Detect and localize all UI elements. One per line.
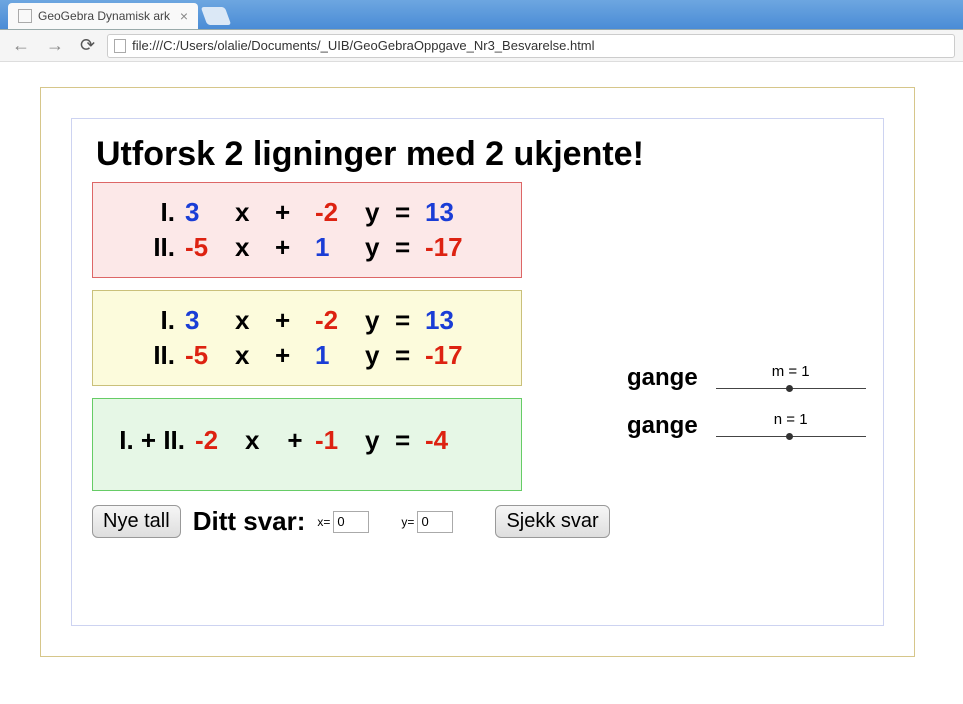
file-icon — [114, 39, 126, 53]
coef: -5 — [185, 340, 235, 371]
var-x: x — [235, 232, 275, 263]
eq-label: II. — [105, 340, 185, 371]
slider-handle[interactable] — [786, 385, 793, 392]
slider-m-value: m = 1 — [716, 363, 866, 380]
page-icon — [18, 9, 32, 23]
tab-title: GeoGebra Dynamisk ark — [38, 9, 170, 23]
coef-a21: -5 — [185, 232, 235, 263]
coef-sum1: -2 — [195, 425, 245, 456]
var-y: y — [365, 425, 395, 456]
forward-icon[interactable]: → — [42, 33, 68, 58]
answer-y-group: y= — [401, 511, 453, 533]
plus-sign: + — [275, 305, 315, 336]
rhs: 13 — [425, 305, 495, 336]
coef: -2 — [315, 305, 365, 336]
browser-toolbar: ← → ⟳ file:///C:/Users/olalie/Documents/… — [0, 30, 963, 62]
scaled-equations-box: I. 3 x + -2 y = 13 II. -5 x + 1 y = — [92, 290, 522, 386]
slider-track[interactable] — [716, 430, 866, 442]
rhs-b1: 13 — [425, 197, 495, 228]
slider-n[interactable]: n = 1 — [716, 411, 866, 442]
eq-label: I. — [105, 305, 185, 336]
sum-equation-box: I. + II. -2 x + -1 y = -4 — [92, 398, 522, 491]
reload-icon[interactable]: ⟳ — [76, 33, 99, 58]
answer-x-input[interactable] — [333, 511, 369, 533]
multiplier-panel: gange m = 1 gange n = 1 — [627, 354, 866, 450]
answer-y-label: y= — [401, 515, 414, 529]
coef-a22: 1 — [315, 232, 365, 263]
var-y: y — [365, 197, 395, 228]
geogebra-applet: Utforsk 2 ligninger med 2 ukjente! I. 3 … — [71, 118, 884, 626]
rhs-b2: -17 — [425, 232, 495, 263]
back-icon[interactable]: ← — [8, 33, 34, 58]
slider-track[interactable] — [716, 382, 866, 394]
plus-sign: + — [275, 425, 315, 456]
multiplier-row-n: gange n = 1 — [627, 402, 866, 450]
sjekk-svar-button[interactable]: Sjekk svar — [495, 505, 609, 538]
plus-sign: + — [275, 340, 315, 371]
close-icon[interactable]: × — [180, 8, 188, 24]
equation-row: II. -5 x + 1 y = -17 — [105, 232, 509, 263]
equation-row: II. -5 x + 1 y = -17 — [105, 340, 509, 371]
eq-label: II. — [105, 232, 185, 263]
page-body: Utforsk 2 ligninger med 2 ukjente! I. 3 … — [0, 62, 963, 682]
var-x: x — [235, 305, 275, 336]
answer-x-group: x= — [317, 511, 369, 533]
rhs-sum: -4 — [425, 425, 495, 456]
equation-row: I. 3 x + -2 y = 13 — [105, 197, 509, 228]
slider-n-value: n = 1 — [716, 411, 866, 428]
coef-sum2: -1 — [315, 425, 365, 456]
url-text: file:///C:/Users/olalie/Documents/_UIB/G… — [132, 38, 594, 53]
outer-frame: Utforsk 2 ligninger med 2 ukjente! I. 3 … — [40, 87, 915, 657]
equals-sign: = — [395, 340, 425, 371]
address-bar[interactable]: file:///C:/Users/olalie/Documents/_UIB/G… — [107, 34, 955, 58]
new-tab-button[interactable] — [201, 7, 232, 25]
equals-sign: = — [395, 305, 425, 336]
var-x: x — [235, 340, 275, 371]
original-equations-box: I. 3 x + -2 y = 13 II. -5 x + 1 y = — [92, 182, 522, 278]
plus-sign: + — [275, 197, 315, 228]
coef: 1 — [315, 340, 365, 371]
rhs: -17 — [425, 340, 495, 371]
var-y: y — [365, 232, 395, 263]
gange-label: gange — [627, 412, 698, 440]
answer-x-label: x= — [317, 515, 330, 529]
plus-sign: + — [275, 232, 315, 263]
answer-y-input[interactable] — [417, 511, 453, 533]
coef-a11: 3 — [185, 197, 235, 228]
bottom-bar: Nye tall Ditt svar: x= y= Sjekk svar — [92, 505, 863, 538]
nye-tall-button[interactable]: Nye tall — [92, 505, 181, 538]
equals-sign: = — [395, 232, 425, 263]
var-x: x — [235, 197, 275, 228]
equals-sign: = — [395, 197, 425, 228]
var-y: y — [365, 305, 395, 336]
browser-tab-strip: GeoGebra Dynamisk ark × — [0, 0, 963, 30]
coef-a12: -2 — [315, 197, 365, 228]
slider-m[interactable]: m = 1 — [716, 363, 866, 394]
browser-tab[interactable]: GeoGebra Dynamisk ark × — [8, 3, 198, 29]
var-x: x — [245, 425, 275, 456]
eq-label: I. — [105, 197, 185, 228]
multiplier-row-m: gange m = 1 — [627, 354, 866, 402]
var-y: y — [365, 340, 395, 371]
equation-row: I. 3 x + -2 y = 13 — [105, 305, 509, 336]
answer-label: Ditt svar: — [193, 506, 306, 537]
equation-row: I. + II. -2 x + -1 y = -4 — [105, 425, 509, 456]
slider-handle[interactable] — [786, 433, 793, 440]
page-title: Utforsk 2 ligninger med 2 ukjente! — [96, 135, 863, 174]
coef: 3 — [185, 305, 235, 336]
gange-label: gange — [627, 364, 698, 392]
equals-sign: = — [395, 425, 425, 456]
eq-label: I. + II. — [105, 425, 195, 456]
